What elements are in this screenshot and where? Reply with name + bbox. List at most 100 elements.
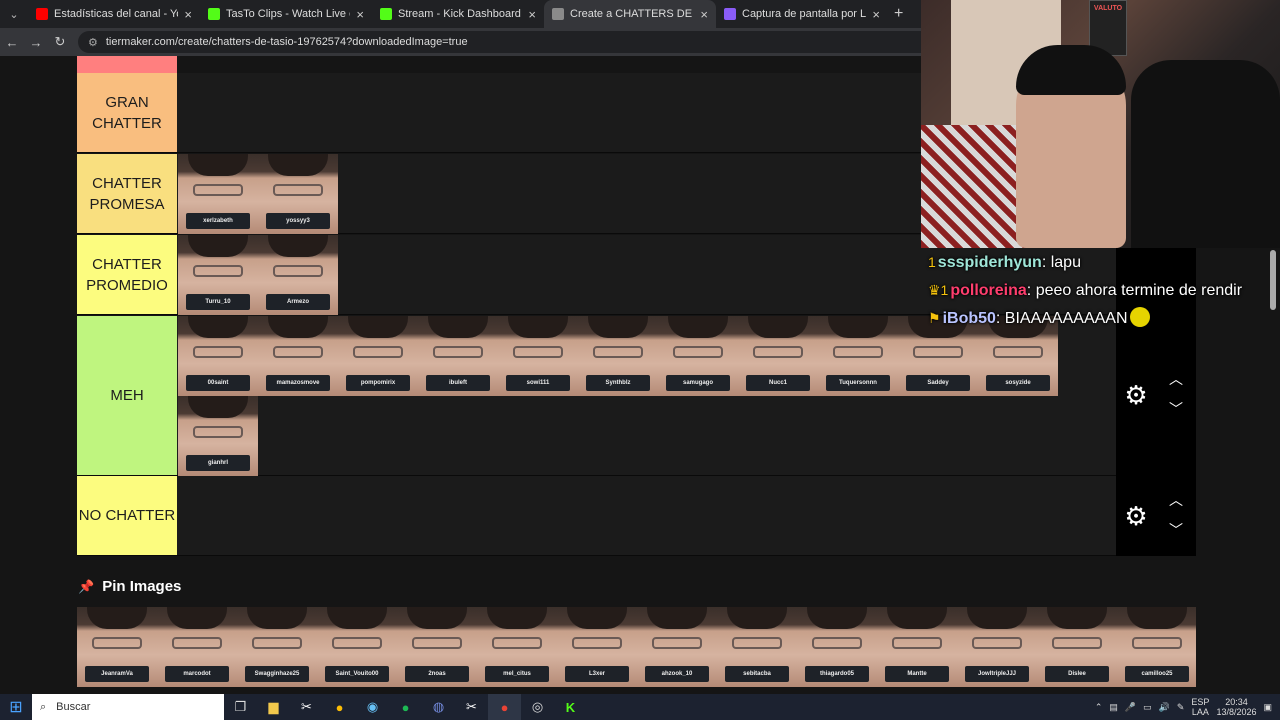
- task-view-icon[interactable]: ❐: [224, 694, 257, 720]
- capcut-icon[interactable]: ✂: [290, 694, 323, 720]
- windows-start-icon[interactable]: ⊞: [0, 697, 32, 717]
- tier-item-image[interactable]: JeanramVa: [77, 607, 157, 687]
- tab-close-icon[interactable]: ×: [356, 7, 364, 22]
- tier-item-image[interactable]: ibuleft: [418, 316, 498, 396]
- tier-item-image[interactable]: L3xer: [557, 607, 637, 687]
- tray-chevron-up-icon[interactable]: ⌃: [1095, 702, 1103, 713]
- discord-icon[interactable]: ◍: [422, 694, 455, 720]
- tier-item-image[interactable]: samugago: [658, 316, 738, 396]
- tier-item-image[interactable]: pompomirix: [338, 316, 418, 396]
- clock[interactable]: 20:34 13/8/2026: [1216, 697, 1256, 717]
- tab-close-icon[interactable]: ×: [700, 7, 708, 22]
- item-name-label: L3xer: [565, 666, 629, 682]
- browser-tab[interactable]: Create a CHATTERS DE TASIO T ×: [544, 0, 716, 28]
- tier-label[interactable]: CHATTER PROMESA: [77, 154, 177, 233]
- kick-icon[interactable]: K: [554, 694, 587, 720]
- browser-tab[interactable]: TasTo Clips - Watch Live on Kick ×: [200, 0, 372, 28]
- browser-tab[interactable]: Captura de pantalla por Lightsh ×: [716, 0, 888, 28]
- tier-item-image[interactable]: Nucc1: [738, 316, 818, 396]
- item-glasses: [273, 265, 323, 277]
- tab-close-icon[interactable]: ×: [872, 7, 880, 22]
- volume-icon[interactable]: 🔊: [1159, 702, 1170, 713]
- chat-username[interactable]: ssspiderhyun: [938, 254, 1042, 271]
- chat-username[interactable]: iBob50: [943, 310, 996, 327]
- page-scrollbar[interactable]: [1270, 250, 1276, 310]
- tier-item-image[interactable]: marcodot: [157, 607, 237, 687]
- tier-item-image[interactable]: mel_citus: [477, 607, 557, 687]
- tab-search-chevron-icon[interactable]: ⌄: [0, 0, 28, 28]
- item-glasses: [1132, 637, 1182, 649]
- new-tab-button[interactable]: +: [894, 5, 903, 23]
- tier-item-image[interactable]: Mantte: [877, 607, 957, 687]
- tier-item-image[interactable]: Dislee: [1037, 607, 1117, 687]
- tier-label[interactable]: GRAN CHATTER: [77, 73, 177, 152]
- item-name-label: mel_citus: [485, 666, 549, 682]
- tier-item-image[interactable]: Swagginhaze25: [237, 607, 317, 687]
- forward-arrow-icon[interactable]: →: [24, 35, 48, 50]
- item-hair: [188, 396, 248, 418]
- browser-tab[interactable]: Estadísticas del canal - YouTube ×: [28, 0, 200, 28]
- tier-item-image[interactable]: ahzook_10: [637, 607, 717, 687]
- tier-settings-gear-icon[interactable]: ⚙: [1122, 381, 1150, 409]
- item-hair: [247, 607, 307, 629]
- capcut-icon-2[interactable]: ✂: [455, 694, 488, 720]
- notification-icon[interactable]: ▣: [1263, 702, 1272, 713]
- tier-item-image[interactable]: JowltripleJJJ: [957, 607, 1037, 687]
- tier-label[interactable]: CHATTER PROMEDIO: [77, 235, 177, 314]
- item-hair: [887, 607, 947, 629]
- taskbar-search[interactable]: ⌕ Buscar: [32, 694, 224, 720]
- tab-close-icon[interactable]: ×: [184, 7, 192, 22]
- tab-close-icon[interactable]: ×: [528, 7, 536, 22]
- tier-item-image[interactable]: Turru_10: [178, 235, 258, 315]
- move-tier-down-icon[interactable]: ﹀: [1166, 399, 1186, 419]
- battery-icon[interactable]: ▭: [1143, 702, 1152, 713]
- reload-icon[interactable]: ↻: [48, 34, 72, 50]
- tier-item-image[interactable]: gianhrl: [178, 396, 258, 476]
- url-text: tiermaker.com/create/chatters-de-tasio-1…: [105, 36, 468, 48]
- tier-item-image[interactable]: Tuquersonnn: [818, 316, 898, 396]
- tier-label[interactable]: MEH: [77, 316, 177, 475]
- address-bar[interactable]: ⚙ tiermaker.com/create/chatters-de-tasio…: [78, 31, 958, 53]
- browser-tab[interactable]: Stream - Kick Dashboard ×: [372, 0, 544, 28]
- back-arrow-icon[interactable]: ←: [0, 35, 24, 50]
- chrome-active-icon[interactable]: ●: [488, 694, 521, 720]
- tier-item-image[interactable]: 00saint: [178, 316, 258, 396]
- gaming-chair: [1131, 60, 1280, 248]
- streamer-hair: [1016, 45, 1126, 95]
- tier-item-image[interactable]: camilloo25: [1117, 607, 1196, 687]
- tier-item-image[interactable]: thiagardo05: [797, 607, 877, 687]
- mic-icon[interactable]: 🎤: [1125, 702, 1136, 713]
- tier-item-image[interactable]: sowi111: [498, 316, 578, 396]
- tab-favicon-icon: [208, 8, 220, 20]
- item-hair: [807, 607, 867, 629]
- tier-item-image[interactable]: Synthblz: [578, 316, 658, 396]
- tier-settings-gear-icon[interactable]: ⚙: [1122, 502, 1150, 530]
- item-name-label: Mantte: [885, 666, 949, 682]
- pen-icon[interactable]: ✎: [1177, 702, 1185, 713]
- site-info-icon[interactable]: ⚙: [88, 36, 98, 49]
- chat-username[interactable]: polloreina: [950, 282, 1026, 299]
- obs-icon[interactable]: ◎: [521, 694, 554, 720]
- language-indicator[interactable]: ESP LAA: [1191, 697, 1209, 717]
- move-tier-down-icon[interactable]: ﹀: [1166, 520, 1186, 540]
- tier-item-image[interactable]: Saint_Vouito00: [317, 607, 397, 687]
- chrome-icon[interactable]: ●: [323, 694, 356, 720]
- network-icon[interactable]: ▤: [1109, 702, 1118, 713]
- move-tier-up-icon[interactable]: ︿: [1166, 369, 1186, 389]
- tier-item-image[interactable]: 2noas: [397, 607, 477, 687]
- move-tier-up-icon[interactable]: ︿: [1166, 490, 1186, 510]
- spotify-icon[interactable]: ●: [389, 694, 422, 720]
- tier-item-image[interactable]: Armezo: [258, 235, 338, 315]
- tier-label[interactable]: NO CHATTER: [77, 476, 177, 555]
- item-hair: [508, 316, 568, 338]
- steam-icon[interactable]: ◉: [356, 694, 389, 720]
- file-explorer-icon[interactable]: ▆: [257, 694, 290, 720]
- tier-item-image[interactable]: yossyy3: [258, 154, 338, 234]
- tier-item-image[interactable]: xerlzabeth: [178, 154, 258, 234]
- tier-item-image[interactable]: mamazosmove: [258, 316, 338, 396]
- tier-item-image[interactable]: sebitacba: [717, 607, 797, 687]
- item-hair: [268, 235, 328, 257]
- item-glasses: [972, 637, 1022, 649]
- item-hair: [748, 316, 808, 338]
- chat-badge-icon: ⚑: [928, 310, 941, 326]
